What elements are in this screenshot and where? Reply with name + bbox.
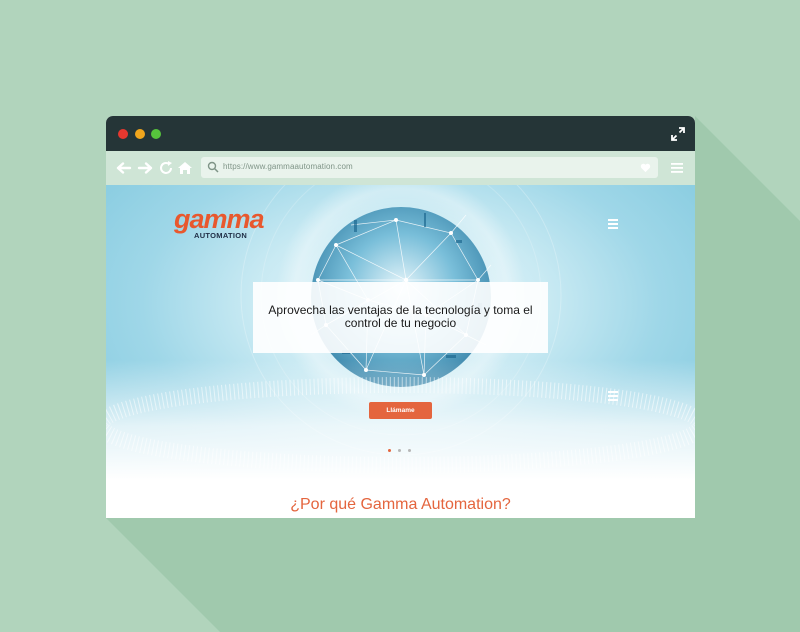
hamburger-menu-icon[interactable] [608, 219, 618, 229]
back-arrow-icon[interactable] [116, 160, 132, 176]
page-viewport: gamma AUTOMATION Aprovecha las ventajas … [106, 185, 695, 518]
slide-dot-2[interactable] [398, 449, 401, 452]
slide-menu-icon[interactable] [608, 391, 618, 401]
close-window-button[interactable] [118, 129, 128, 139]
reload-icon[interactable] [158, 160, 174, 176]
slide-dot-3[interactable] [408, 449, 411, 452]
home-icon[interactable] [177, 160, 193, 176]
forward-arrow-icon[interactable] [137, 160, 153, 176]
gamma-automation-logo[interactable]: gamma AUTOMATION [174, 204, 270, 244]
hero-headline-card: Aprovecha las ventajas de la tecnología … [253, 282, 548, 353]
expand-icon[interactable] [671, 127, 685, 141]
maximize-window-button[interactable] [151, 129, 161, 139]
section-title: ¿Por qué Gamma Automation? [290, 496, 511, 513]
search-icon [207, 161, 219, 173]
browser-menu-icon[interactable] [671, 162, 683, 174]
minimize-window-button[interactable] [135, 129, 145, 139]
call-me-button[interactable]: Llámame [369, 402, 432, 419]
hero-section: gamma AUTOMATION Aprovecha las ventajas … [106, 185, 695, 480]
hero-headline: Aprovecha las ventajas de la tecnología … [268, 303, 533, 330]
hero-fade-overlay [106, 360, 695, 480]
browser-window: https://www.gammaautomation.com gamma AU… [106, 116, 695, 518]
navigation-bar: https://www.gammaautomation.com [106, 151, 695, 185]
url-text: https://www.gammaautomation.com [223, 162, 353, 171]
address-bar[interactable]: https://www.gammaautomation.com [201, 157, 658, 178]
slide-dot-1[interactable] [388, 449, 391, 452]
slider-pagination [388, 449, 414, 453]
title-bar [106, 116, 695, 151]
logo-subtitle-text: AUTOMATION [194, 231, 248, 240]
heart-icon[interactable] [640, 162, 651, 173]
